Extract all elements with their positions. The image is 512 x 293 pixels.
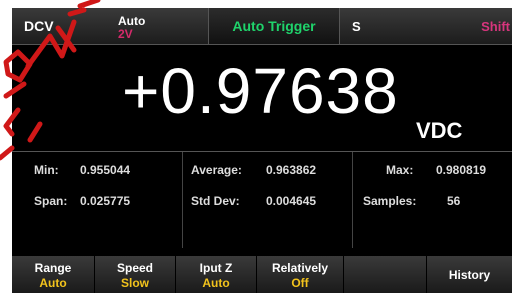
shift-indicator: Shift bbox=[481, 18, 510, 34]
softkey-bar: Range Auto Speed Slow Iput Z Auto Relati… bbox=[12, 256, 512, 293]
max-label: Max: bbox=[386, 163, 414, 177]
softkey-label: Relatively bbox=[271, 260, 329, 275]
softkey-label: Range bbox=[34, 260, 72, 275]
measurement-mode[interactable]: DCV bbox=[24, 8, 54, 44]
softkey-speed[interactable]: Speed Slow bbox=[95, 256, 176, 293]
softkey-value: Slow bbox=[120, 275, 149, 290]
watermark-stroke bbox=[77, 0, 101, 9]
max-value: 0.980819 bbox=[436, 163, 487, 177]
min-value: 0.955044 bbox=[80, 163, 131, 177]
reading-unit: VDC bbox=[416, 118, 463, 143]
range-indicator[interactable]: Auto 2V bbox=[118, 10, 145, 46]
status-bar: DCV Auto 2V Auto Trigger S Shift bbox=[12, 8, 512, 45]
trigger-mode[interactable]: Auto Trigger bbox=[208, 8, 340, 44]
softkey-label: Iput Z bbox=[199, 260, 233, 275]
samples-value: 56 bbox=[447, 194, 461, 208]
speed-indicator: S bbox=[352, 18, 361, 34]
samples-label: Samples: bbox=[363, 194, 417, 208]
multimeter-screen: DCV Auto 2V Auto Trigger S Shift +0.9763… bbox=[12, 8, 512, 293]
softkey-range[interactable]: Range Auto bbox=[12, 256, 95, 293]
average-label: Average: bbox=[191, 163, 242, 177]
softkey-label: History bbox=[448, 267, 491, 282]
span-value: 0.025775 bbox=[80, 194, 131, 208]
statistics-panel: Min: 0.955044 Span: 0.025775 Average: 0.… bbox=[12, 151, 512, 248]
average-value: 0.963862 bbox=[266, 163, 317, 177]
main-reading: +0.97638 bbox=[122, 55, 399, 127]
softkey-value: Off bbox=[291, 275, 309, 290]
range-value: 2V bbox=[118, 27, 133, 41]
watermark-stroke bbox=[0, 145, 15, 161]
stddev-value: 0.004645 bbox=[266, 194, 317, 208]
stddev-label: Std Dev: bbox=[191, 194, 240, 208]
softkey-value: Auto bbox=[39, 275, 67, 290]
stats-divider bbox=[352, 152, 353, 248]
softkey-input-z[interactable]: Iput Z Auto bbox=[176, 256, 257, 293]
span-label: Span: bbox=[34, 194, 68, 208]
softkey-empty[interactable] bbox=[344, 256, 427, 293]
softkey-label: Speed bbox=[116, 260, 153, 275]
softkey-relatively[interactable]: Relatively Off bbox=[257, 256, 344, 293]
softkey-history[interactable]: History bbox=[427, 256, 512, 293]
softkey-value: Auto bbox=[202, 275, 230, 290]
stats-divider bbox=[182, 152, 183, 248]
min-label: Min: bbox=[34, 163, 59, 177]
